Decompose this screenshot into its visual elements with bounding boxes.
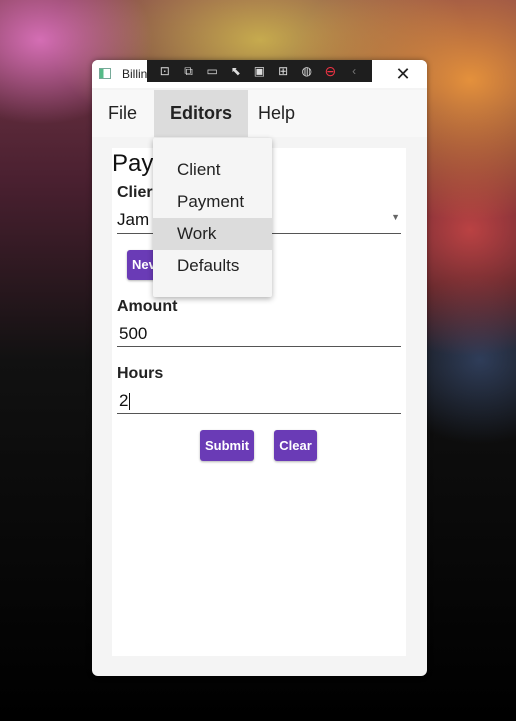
stop-icon[interactable]: ⊖ — [321, 60, 339, 82]
client-label: Clier — [117, 184, 153, 201]
chevron-down-icon[interactable]: ▼ — [391, 212, 400, 222]
menu-help[interactable]: Help — [242, 90, 311, 137]
close-button[interactable]: ✕ — [393, 64, 413, 85]
app-icon — [99, 68, 111, 79]
preview-icon[interactable]: ⧉ — [179, 60, 197, 82]
select-element-icon[interactable]: ⊡ — [156, 60, 174, 82]
collapse-icon[interactable]: ‹ — [345, 60, 363, 82]
menu-item-payment[interactable]: Payment — [153, 186, 272, 218]
title-bar[interactable]: Billing ⊡ ⧉ ▭ ⬉ ▣ ⊞ ◍ ⊖ ‹ ✕ — [92, 60, 427, 88]
video-icon[interactable]: ▭ — [203, 60, 221, 82]
clear-button[interactable]: Clear — [274, 430, 317, 461]
amount-label: Amount — [117, 298, 178, 315]
menu-editors[interactable]: Editors — [154, 90, 249, 137]
frame-icon[interactable]: ▣ — [250, 60, 268, 82]
hours-input[interactable]: 2 — [119, 391, 131, 411]
amount-input[interactable]: 500 — [119, 324, 147, 344]
page-title: Pay — [112, 150, 154, 177]
menu-item-work[interactable]: Work — [153, 218, 272, 250]
submit-button[interactable]: Submit — [200, 430, 254, 461]
text-caret — [129, 393, 131, 411]
menu-item-client[interactable]: Client — [153, 154, 272, 186]
menu-file[interactable]: File — [92, 90, 153, 137]
hours-underline — [117, 413, 401, 414]
pointer-icon[interactable]: ⬉ — [227, 60, 245, 82]
menu-bar: File Editors Help — [92, 90, 427, 137]
menu-item-defaults[interactable]: Defaults — [153, 250, 272, 282]
track-focus-icon[interactable]: ◍ — [298, 60, 316, 82]
editors-dropdown-menu: Client Payment Work Defaults — [153, 138, 272, 297]
debug-toolbar: ⊡ ⧉ ▭ ⬉ ▣ ⊞ ◍ ⊖ ‹ — [147, 60, 372, 82]
client-select[interactable]: Jam — [117, 210, 149, 230]
amount-underline — [117, 346, 401, 347]
hours-label: Hours — [117, 365, 164, 382]
display-layout-icon[interactable]: ⊞ — [274, 60, 292, 82]
